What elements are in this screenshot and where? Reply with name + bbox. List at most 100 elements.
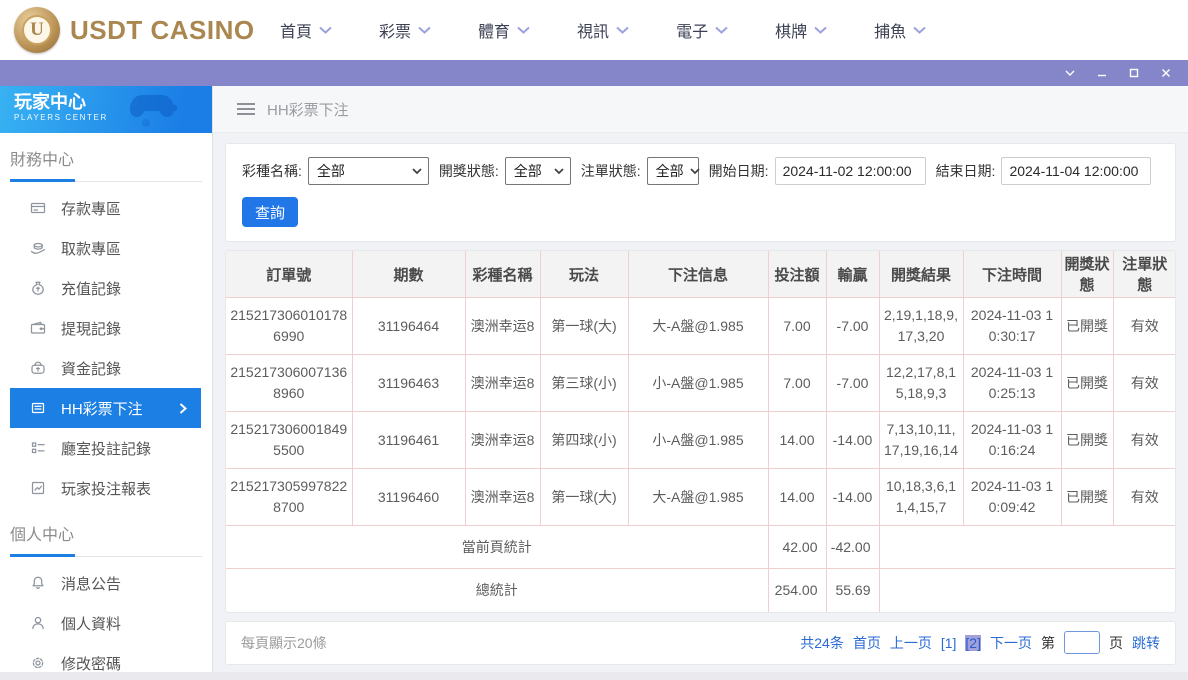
nav-item-sports[interactable]: 體育 xyxy=(478,18,530,42)
chevron-down-icon xyxy=(814,26,827,34)
cell-order-no: 2152173060071368960 xyxy=(226,355,352,412)
window-close-icon[interactable] xyxy=(1150,60,1182,86)
cell-lottery-name: 澳洲幸运8 xyxy=(465,412,540,469)
col-draw-result: 開獎結果 xyxy=(879,251,963,298)
cell-lottery-name: 澳洲幸运8 xyxy=(465,298,540,355)
nav-label: 彩票 xyxy=(379,18,411,42)
cell-order-no: 2152173059978228700 xyxy=(226,469,352,526)
sidebar-item-withdrawal-record[interactable]: 提現記錄 xyxy=(0,308,212,348)
bets-table: 訂單號 期數 彩種名稱 玩法 下注信息 投注額 輸贏 開獎結果 下注時間 開獎狀… xyxy=(226,251,1176,612)
cell-lottery-name: 澳洲幸运8 xyxy=(465,469,540,526)
jump-button[interactable]: 跳转 xyxy=(1132,633,1160,653)
chevron-down-icon xyxy=(412,168,422,174)
sidebar-item-deposit[interactable]: 存款專區 xyxy=(0,188,212,228)
sidebar-item-label: 充值記錄 xyxy=(61,278,121,299)
lottery-name-select[interactable]: 全部 xyxy=(308,157,429,185)
nav-item-fishing[interactable]: 捕魚 xyxy=(874,18,926,42)
window-minimize-icon[interactable] xyxy=(1086,60,1118,86)
nav-label: 體育 xyxy=(478,18,510,42)
first-page-link[interactable]: 首页 xyxy=(853,633,881,653)
summary-bet-amount: 42.00 xyxy=(768,526,826,569)
brand-name: USDT CASINO xyxy=(70,15,255,46)
sidebar-item-room-bet-record[interactable]: 廳室投註記錄 xyxy=(0,428,212,468)
page-2-link-current[interactable]: [2] xyxy=(965,635,981,651)
window-title-bar xyxy=(0,60,1188,86)
bets-table-panel: 訂單號 期數 彩種名稱 玩法 下注信息 投注額 輸贏 開獎結果 下注時間 開獎狀… xyxy=(225,250,1176,613)
nav-item-video[interactable]: 視訊 xyxy=(577,18,629,42)
sidebar: 玩家中心 PLAYERS CENTER 財務中心 存款專區 xyxy=(0,86,213,672)
col-period: 期數 xyxy=(352,251,465,298)
col-win-loss: 輸贏 xyxy=(826,251,879,298)
sidebar-item-announcements[interactable]: 消息公告 xyxy=(0,563,212,603)
sidebar-item-label: HH彩票下注 xyxy=(61,398,143,419)
cell-play: 第四球(小) xyxy=(540,412,628,469)
nav-label: 棋牌 xyxy=(775,18,807,42)
sidebar-item-profile[interactable]: 個人資料 xyxy=(0,603,212,643)
nav-item-cards[interactable]: 棋牌 xyxy=(775,18,827,42)
cell-bet-info: 大-A盤@1.985 xyxy=(628,469,768,526)
room-bet-record-icon xyxy=(30,440,47,457)
next-page-link[interactable]: 下一页 xyxy=(990,633,1032,653)
total-count: 共24条 xyxy=(800,633,844,653)
player-bet-report-icon xyxy=(30,480,47,497)
cell-bet-amount: 14.00 xyxy=(768,412,826,469)
cell-period: 31196464 xyxy=(352,298,465,355)
sidebar-item-recharge-record[interactable]: 充值記錄 xyxy=(0,268,212,308)
summary-label: 當前頁統計 xyxy=(226,526,768,569)
nav-label: 電子 xyxy=(676,18,708,42)
user-icon xyxy=(30,615,47,632)
sidebar-item-withdraw[interactable]: 取款專區 xyxy=(0,228,212,268)
end-date-input[interactable] xyxy=(1001,157,1151,185)
recharge-bag-icon xyxy=(30,280,47,297)
sidebar-item-player-bet-report[interactable]: 玩家投注報表 xyxy=(0,468,212,508)
order-status-select[interactable]: 全部 xyxy=(647,157,699,185)
cell-draw-status: 已開獎 xyxy=(1061,355,1113,412)
window-chevron-down-icon[interactable] xyxy=(1054,60,1086,86)
col-bet-time: 下注時間 xyxy=(963,251,1061,298)
select-value: 全部 xyxy=(656,161,684,181)
brand-logo[interactable]: U USDT CASINO xyxy=(0,7,238,53)
nav-label: 首頁 xyxy=(280,18,312,42)
sidebar-item-label: 取款專區 xyxy=(61,238,121,259)
gear-icon xyxy=(30,655,47,672)
window-maximize-icon[interactable] xyxy=(1118,60,1150,86)
prev-page-link[interactable]: 上一页 xyxy=(890,633,932,653)
sidebar-item-funds-record[interactable]: 資金記錄 xyxy=(0,348,212,388)
table-header-row: 訂單號 期數 彩種名稱 玩法 下注信息 投注額 輸贏 開獎結果 下注時間 開獎狀… xyxy=(226,251,1176,298)
sidebar-item-hh-lottery-bet[interactable]: HH彩票下注 xyxy=(10,388,201,428)
summary-win-loss: -42.00 xyxy=(826,526,879,569)
cell-win-loss: -14.00 xyxy=(826,412,879,469)
cell-bet-time: 2024-11-03 10:16:24 xyxy=(963,412,1061,469)
col-bet-amount: 投注額 xyxy=(768,251,826,298)
cell-bet-info: 大-A盤@1.985 xyxy=(628,298,768,355)
nav-item-home[interactable]: 首頁 xyxy=(280,18,332,42)
summary-empty xyxy=(879,569,1176,612)
page-jump-input[interactable] xyxy=(1064,631,1100,654)
withdrawal-wallet-icon xyxy=(30,320,47,337)
draw-status-select[interactable]: 全部 xyxy=(505,157,571,185)
nav-item-slots[interactable]: 電子 xyxy=(676,18,728,42)
cell-lottery-name: 澳洲幸运8 xyxy=(465,355,540,412)
table-row: 2152173060018495500 31196461 澳洲幸运8 第四球(小… xyxy=(226,412,1176,469)
cell-bet-info: 小-A盤@1.985 xyxy=(628,355,768,412)
sidebar-item-change-password[interactable]: 修改密碼 xyxy=(0,643,212,680)
sidebar-item-label: 個人資料 xyxy=(61,613,121,634)
cell-bet-amount: 7.00 xyxy=(768,355,826,412)
gamepad-icon xyxy=(128,91,184,127)
nav-item-lottery[interactable]: 彩票 xyxy=(379,18,431,42)
page-title: HH彩票下注 xyxy=(267,99,349,120)
chevron-down-icon xyxy=(690,168,700,174)
start-date-input[interactable] xyxy=(775,157,926,185)
cell-play: 第三球(小) xyxy=(540,355,628,412)
search-button[interactable]: 查詢 xyxy=(242,197,298,227)
page-1-link[interactable]: [1] xyxy=(941,635,957,651)
table-row: 2152173060071368960 31196463 澳洲幸运8 第三球(小… xyxy=(226,355,1176,412)
menu-toggle-icon[interactable] xyxy=(237,103,255,115)
chevron-down-icon xyxy=(913,26,926,34)
cell-order-no: 2152173060101786990 xyxy=(226,298,352,355)
cell-bet-time: 2024-11-03 10:09:42 xyxy=(963,469,1061,526)
cell-bet-time: 2024-11-03 10:25:13 xyxy=(963,355,1061,412)
section-underline xyxy=(10,554,202,557)
select-value: 全部 xyxy=(317,161,345,181)
col-lottery-name: 彩種名稱 xyxy=(465,251,540,298)
